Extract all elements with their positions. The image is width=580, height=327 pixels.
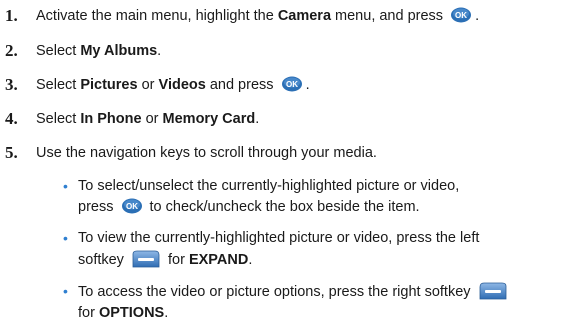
step-number: 3. <box>5 75 18 94</box>
step-text: Select Pictures or Videos and press OK. <box>36 76 310 93</box>
bullet-icon: • <box>63 283 68 299</box>
bullet-icon: • <box>63 230 68 246</box>
svg-text:OK: OK <box>455 11 467 20</box>
sub-item-text: To access the video or picture options, … <box>78 281 558 324</box>
ok-key-icon: OK <box>281 76 302 92</box>
ok-key-icon: OK <box>451 7 472 23</box>
sub-item-text: To view the currently-highlighted pictur… <box>78 230 480 268</box>
step-number: 5. <box>5 143 18 162</box>
step-number: 1. <box>5 6 18 25</box>
step-number: 2. <box>5 41 18 60</box>
step-text: Activate the main menu, highlight the Ca… <box>36 7 480 24</box>
bullet-icon: • <box>63 178 68 194</box>
step-text: Select In Phone or Memory Card. <box>36 111 260 127</box>
svg-text:OK: OK <box>126 202 138 211</box>
sub-item-text: To select/unselect the currently-highlig… <box>78 178 460 215</box>
ok-key-icon: OK <box>121 198 142 214</box>
svg-text:OK: OK <box>286 80 298 89</box>
step-text: Use the navigation keys to scroll throug… <box>36 145 377 161</box>
right-softkey-icon <box>479 282 506 300</box>
step-text: Select My Albums. <box>36 43 162 59</box>
left-softkey-icon <box>132 250 160 268</box>
step-number: 4. <box>5 109 18 128</box>
